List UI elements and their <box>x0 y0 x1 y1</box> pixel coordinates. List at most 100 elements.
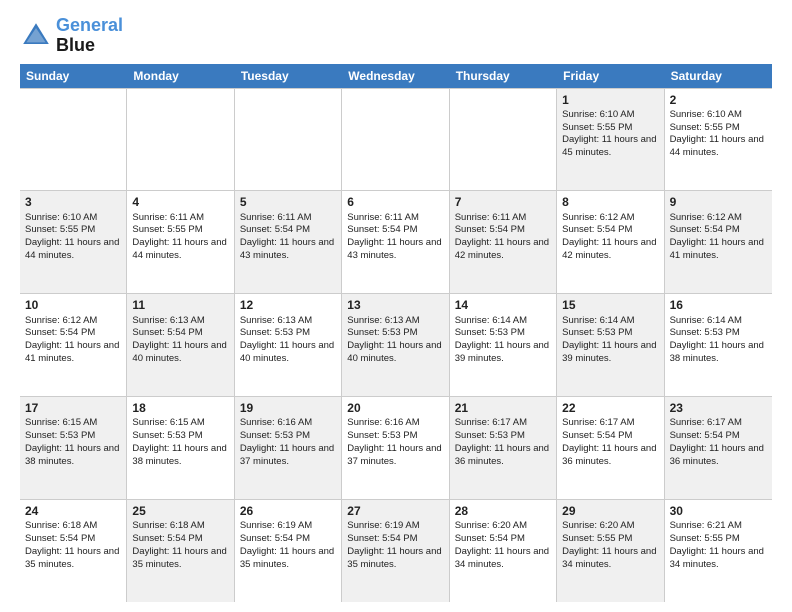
day-info: Daylight: 11 hours and 37 minutes. <box>240 443 336 469</box>
day-info: Sunrise: 6:14 AM <box>670 315 767 328</box>
logo: General Blue <box>20 16 123 56</box>
calendar-row: 10Sunrise: 6:12 AMSunset: 5:54 PMDayligh… <box>20 294 772 397</box>
day-info: Sunset: 5:53 PM <box>670 327 767 340</box>
day-number: 11 <box>132 297 228 313</box>
calendar-cell: 28Sunrise: 6:20 AMSunset: 5:54 PMDayligh… <box>450 500 557 602</box>
day-info: Daylight: 11 hours and 43 minutes. <box>240 237 336 263</box>
day-info: Sunrise: 6:21 AM <box>670 520 767 533</box>
weekday-header: Monday <box>127 64 234 88</box>
day-number: 30 <box>670 503 767 519</box>
day-info: Daylight: 11 hours and 41 minutes. <box>670 237 767 263</box>
calendar-row: 17Sunrise: 6:15 AMSunset: 5:53 PMDayligh… <box>20 397 772 500</box>
day-info: Daylight: 11 hours and 35 minutes. <box>240 546 336 572</box>
calendar-cell <box>127 89 234 191</box>
day-number: 21 <box>455 400 551 416</box>
day-info: Sunrise: 6:12 AM <box>670 212 767 225</box>
day-info: Sunrise: 6:10 AM <box>562 109 658 122</box>
day-info: Sunset: 5:53 PM <box>455 430 551 443</box>
day-info: Sunset: 5:54 PM <box>25 533 121 546</box>
calendar-cell: 8Sunrise: 6:12 AMSunset: 5:54 PMDaylight… <box>557 191 664 293</box>
day-info: Daylight: 11 hours and 35 minutes. <box>25 546 121 572</box>
day-info: Daylight: 11 hours and 34 minutes. <box>455 546 551 572</box>
day-number: 25 <box>132 503 228 519</box>
day-number: 28 <box>455 503 551 519</box>
calendar-cell: 4Sunrise: 6:11 AMSunset: 5:55 PMDaylight… <box>127 191 234 293</box>
day-number: 12 <box>240 297 336 313</box>
day-number: 18 <box>132 400 228 416</box>
logo-icon <box>20 20 52 52</box>
day-info: Daylight: 11 hours and 35 minutes. <box>132 546 228 572</box>
calendar-cell: 20Sunrise: 6:16 AMSunset: 5:53 PMDayligh… <box>342 397 449 499</box>
calendar-cell: 21Sunrise: 6:17 AMSunset: 5:53 PMDayligh… <box>450 397 557 499</box>
day-info: Daylight: 11 hours and 43 minutes. <box>347 237 443 263</box>
day-info: Daylight: 11 hours and 41 minutes. <box>25 340 121 366</box>
day-info: Sunset: 5:53 PM <box>25 430 121 443</box>
day-info: Sunrise: 6:19 AM <box>240 520 336 533</box>
calendar-cell <box>20 89 127 191</box>
day-info: Sunset: 5:55 PM <box>562 122 658 135</box>
day-info: Sunrise: 6:14 AM <box>455 315 551 328</box>
day-number: 1 <box>562 92 658 108</box>
calendar-cell: 22Sunrise: 6:17 AMSunset: 5:54 PMDayligh… <box>557 397 664 499</box>
day-info: Sunrise: 6:13 AM <box>132 315 228 328</box>
day-info: Sunrise: 6:12 AM <box>25 315 121 328</box>
day-info: Daylight: 11 hours and 35 minutes. <box>347 546 443 572</box>
calendar-cell: 5Sunrise: 6:11 AMSunset: 5:54 PMDaylight… <box>235 191 342 293</box>
day-info: Daylight: 11 hours and 34 minutes. <box>670 546 767 572</box>
day-number: 3 <box>25 194 121 210</box>
day-info: Sunrise: 6:20 AM <box>455 520 551 533</box>
weekday-header: Friday <box>557 64 664 88</box>
day-info: Sunrise: 6:17 AM <box>455 417 551 430</box>
day-info: Daylight: 11 hours and 44 minutes. <box>25 237 121 263</box>
calendar-cell: 18Sunrise: 6:15 AMSunset: 5:53 PMDayligh… <box>127 397 234 499</box>
day-info: Sunrise: 6:11 AM <box>240 212 336 225</box>
day-info: Daylight: 11 hours and 44 minutes. <box>670 134 767 160</box>
calendar-cell: 13Sunrise: 6:13 AMSunset: 5:53 PMDayligh… <box>342 294 449 396</box>
day-info: Sunrise: 6:17 AM <box>670 417 767 430</box>
day-info: Sunset: 5:54 PM <box>455 224 551 237</box>
calendar-cell: 29Sunrise: 6:20 AMSunset: 5:55 PMDayligh… <box>557 500 664 602</box>
day-info: Daylight: 11 hours and 39 minutes. <box>562 340 658 366</box>
day-info: Daylight: 11 hours and 39 minutes. <box>455 340 551 366</box>
day-info: Sunrise: 6:17 AM <box>562 417 658 430</box>
day-info: Sunrise: 6:15 AM <box>132 417 228 430</box>
day-info: Sunrise: 6:18 AM <box>25 520 121 533</box>
day-info: Daylight: 11 hours and 36 minutes. <box>670 443 767 469</box>
day-info: Sunset: 5:53 PM <box>562 327 658 340</box>
day-info: Sunset: 5:54 PM <box>132 327 228 340</box>
day-info: Daylight: 11 hours and 38 minutes. <box>132 443 228 469</box>
day-info: Sunrise: 6:14 AM <box>562 315 658 328</box>
day-number: 27 <box>347 503 443 519</box>
calendar-cell: 1Sunrise: 6:10 AMSunset: 5:55 PMDaylight… <box>557 89 664 191</box>
calendar-cell: 16Sunrise: 6:14 AMSunset: 5:53 PMDayligh… <box>665 294 772 396</box>
day-info: Sunrise: 6:10 AM <box>670 109 767 122</box>
calendar-row: 1Sunrise: 6:10 AMSunset: 5:55 PMDaylight… <box>20 88 772 192</box>
day-info: Sunset: 5:54 PM <box>25 327 121 340</box>
day-number: 19 <box>240 400 336 416</box>
day-info: Sunrise: 6:11 AM <box>455 212 551 225</box>
day-info: Sunset: 5:54 PM <box>240 224 336 237</box>
day-number: 7 <box>455 194 551 210</box>
day-number: 6 <box>347 194 443 210</box>
calendar-cell: 19Sunrise: 6:16 AMSunset: 5:53 PMDayligh… <box>235 397 342 499</box>
calendar-cell: 7Sunrise: 6:11 AMSunset: 5:54 PMDaylight… <box>450 191 557 293</box>
day-info: Sunrise: 6:20 AM <box>562 520 658 533</box>
weekday-header: Thursday <box>450 64 557 88</box>
day-info: Sunset: 5:54 PM <box>670 430 767 443</box>
logo-text: General Blue <box>56 16 123 56</box>
day-info: Daylight: 11 hours and 34 minutes. <box>562 546 658 572</box>
day-info: Daylight: 11 hours and 36 minutes. <box>455 443 551 469</box>
day-info: Sunrise: 6:13 AM <box>347 315 443 328</box>
calendar-cell: 24Sunrise: 6:18 AMSunset: 5:54 PMDayligh… <box>20 500 127 602</box>
day-info: Sunset: 5:53 PM <box>240 327 336 340</box>
day-number: 14 <box>455 297 551 313</box>
day-number: 20 <box>347 400 443 416</box>
day-info: Daylight: 11 hours and 37 minutes. <box>347 443 443 469</box>
day-info: Daylight: 11 hours and 36 minutes. <box>562 443 658 469</box>
day-info: Sunrise: 6:18 AM <box>132 520 228 533</box>
day-number: 8 <box>562 194 658 210</box>
day-info: Daylight: 11 hours and 45 minutes. <box>562 134 658 160</box>
day-info: Sunset: 5:53 PM <box>347 327 443 340</box>
calendar-cell: 26Sunrise: 6:19 AMSunset: 5:54 PMDayligh… <box>235 500 342 602</box>
day-number: 13 <box>347 297 443 313</box>
